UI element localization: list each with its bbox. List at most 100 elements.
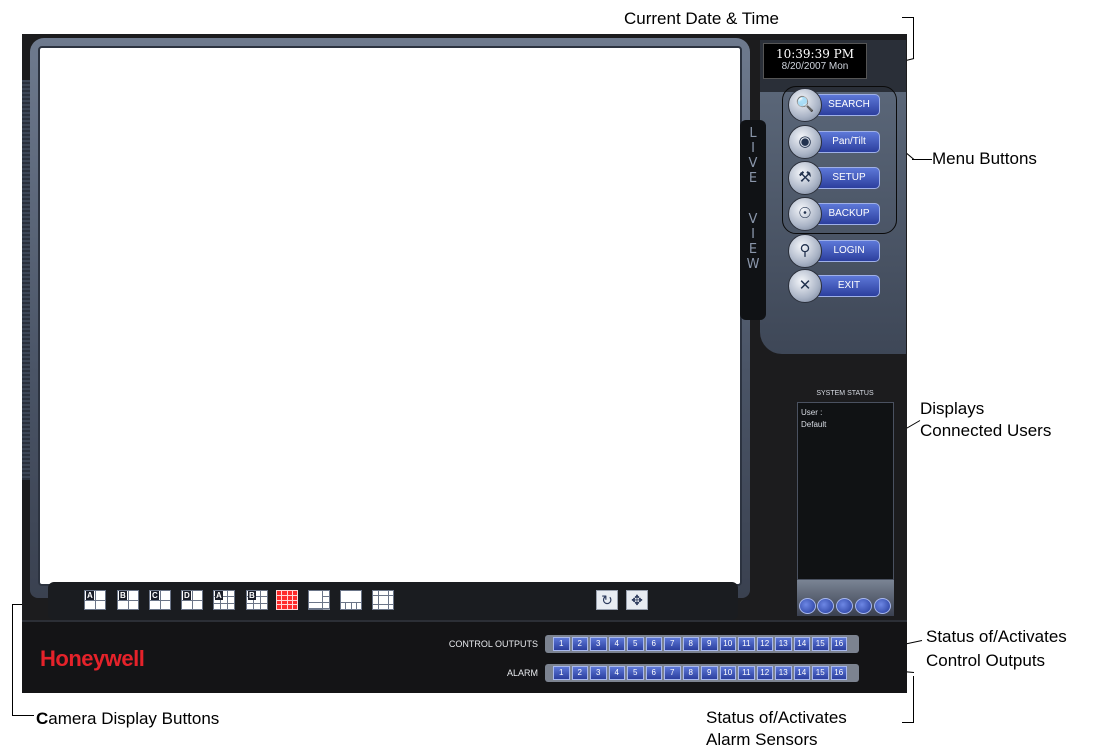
alarm-sensor-button[interactable]: 7 [664, 666, 681, 680]
side-letter: W [746, 257, 760, 272]
clock-display: 10:39:39 PM 8/20/2007 Mon [763, 43, 867, 79]
layout-one-plus-seven-button[interactable] [339, 589, 363, 610]
layout-one-plus-five-button[interactable] [308, 590, 331, 610]
status-nav-button[interactable] [855, 598, 872, 614]
callout-alarm-2: Alarm Sensors [706, 730, 818, 749]
fullscreen-move-icon[interactable]: ✥ [626, 590, 648, 610]
control-output-button[interactable]: 9 [701, 637, 718, 651]
control-outputs-label: CONTROL OUTPUTS [448, 639, 538, 649]
control-output-button[interactable]: 11 [738, 637, 755, 651]
callout-line [912, 159, 932, 160]
key-icon: ⚲ [788, 234, 822, 268]
layout-quad-c-button[interactable]: C [149, 590, 171, 610]
layout-quad-a-button[interactable]: A [84, 590, 106, 610]
callout-date-time: Current Date & Time [624, 9, 779, 28]
pan-tilt-button[interactable]: Pan/Tilt ◉ [788, 125, 880, 159]
clock-date: 8/20/2007 Mon [781, 61, 849, 72]
backup-button[interactable]: BACKUP ☉ [788, 197, 880, 231]
callout-control-2: Control Outputs [926, 651, 1046, 670]
side-letter: V [748, 156, 758, 171]
side-letter: I [751, 141, 755, 156]
control-output-button[interactable]: 3 [590, 637, 607, 651]
alarm-sensor-button[interactable]: 2 [571, 666, 588, 680]
control-output-button[interactable]: 16 [830, 637, 847, 651]
side-letter: E [748, 242, 758, 257]
layout-tag: D [183, 591, 191, 600]
callout-control-1: Status of/Activates [926, 627, 1067, 646]
search-button[interactable]: SEARCH 🔍 [788, 88, 880, 122]
control-output-button[interactable]: 14 [793, 637, 810, 651]
exit-button[interactable]: EXIT ✕ [788, 269, 880, 303]
layout-center-button[interactable] [372, 590, 394, 610]
callout-line [913, 17, 914, 59]
layout-quad-b-button[interactable]: B [117, 590, 139, 610]
status-nav-button[interactable] [817, 598, 834, 614]
side-letter: L [749, 126, 757, 141]
live-view-label: L I V E V I E W [740, 120, 766, 320]
alarm-sensor-button[interactable]: 9 [701, 666, 718, 680]
wrench-icon: ⚒ [788, 161, 822, 195]
close-icon: ✕ [788, 269, 822, 303]
alarm-sensor-button[interactable]: 8 [682, 666, 699, 680]
control-output-button[interactable]: 10 [719, 637, 736, 651]
status-nav-button[interactable] [799, 598, 816, 614]
layout-tag: A [215, 591, 223, 600]
control-output-button[interactable]: 6 [645, 637, 662, 651]
layout-sixteen-button-selected[interactable] [275, 590, 299, 610]
user-label: User : [801, 408, 823, 417]
status-nav-button[interactable] [836, 598, 853, 614]
side-letter: E [748, 171, 758, 186]
alarm-sensor-button[interactable]: 15 [812, 666, 829, 680]
alarm-sensor-button[interactable]: 14 [793, 666, 810, 680]
sequence-refresh-icon[interactable]: ↻ [596, 590, 618, 610]
side-letter: V [748, 212, 758, 227]
alarm-sensor-button[interactable]: 16 [830, 666, 847, 680]
layout-tag: A [86, 591, 94, 600]
setup-button[interactable]: SETUP ⚒ [788, 161, 880, 195]
alarm-sensor-button[interactable]: 6 [645, 666, 662, 680]
alarm-sensor-button[interactable]: 1 [553, 666, 570, 680]
alarm-sensor-button[interactable]: 10 [719, 666, 736, 680]
callout-camera: Camera Display Buttons [36, 709, 220, 728]
system-status-title: SYSTEM STATUS [816, 390, 874, 397]
callout-alarm-1: Status of/Activates [706, 708, 847, 727]
control-output-button[interactable]: 15 [812, 637, 829, 651]
callout-menu-buttons: Menu Buttons [932, 149, 1037, 168]
system-status-panel: User : Default [797, 402, 894, 580]
layout-tag: B [248, 591, 256, 600]
control-output-button[interactable]: 2 [571, 637, 588, 651]
control-output-button[interactable]: 12 [756, 637, 773, 651]
honeywell-logo: Honeywell [40, 646, 145, 671]
callout-line [12, 715, 34, 716]
login-button[interactable]: LOGIN ⚲ [788, 234, 880, 268]
control-outputs-row: 1 2 3 4 5 6 7 8 9 10 11 12 13 14 15 16 [545, 635, 859, 653]
control-output-button[interactable]: 8 [682, 637, 699, 651]
disc-icon: ☉ [788, 197, 822, 231]
camera-dome-icon: ◉ [788, 125, 822, 159]
alarm-sensor-button[interactable]: 5 [627, 666, 644, 680]
alarm-sensor-button[interactable]: 11 [738, 666, 755, 680]
status-nav-button[interactable] [874, 598, 891, 614]
alarm-sensor-button[interactable]: 13 [775, 666, 792, 680]
layout-quad-d-button[interactable]: D [181, 590, 203, 610]
control-output-button[interactable]: 13 [775, 637, 792, 651]
control-output-button[interactable]: 7 [664, 637, 681, 651]
layout-nine-b-button[interactable]: B [246, 589, 268, 611]
callout-line [913, 676, 914, 723]
magnifier-icon: 🔍 [788, 88, 822, 122]
layout-tag: B [119, 591, 127, 600]
control-output-button[interactable]: 4 [608, 637, 625, 651]
alarm-label: ALARM [506, 668, 538, 678]
callout-line [12, 604, 13, 716]
control-output-button[interactable]: 5 [627, 637, 644, 651]
alarm-sensor-button[interactable]: 4 [608, 666, 625, 680]
alarm-sensor-button[interactable]: 12 [756, 666, 773, 680]
clock-time: 10:39:39 PM [775, 47, 855, 61]
user-value: Default [801, 420, 827, 429]
live-video-area[interactable] [38, 46, 742, 586]
callout-users-2: Connected Users [920, 421, 1052, 440]
control-output-button[interactable]: 1 [553, 637, 570, 651]
side-letter: I [751, 227, 755, 242]
alarm-sensor-button[interactable]: 3 [590, 666, 607, 680]
layout-nine-a-button[interactable]: A [213, 589, 235, 611]
